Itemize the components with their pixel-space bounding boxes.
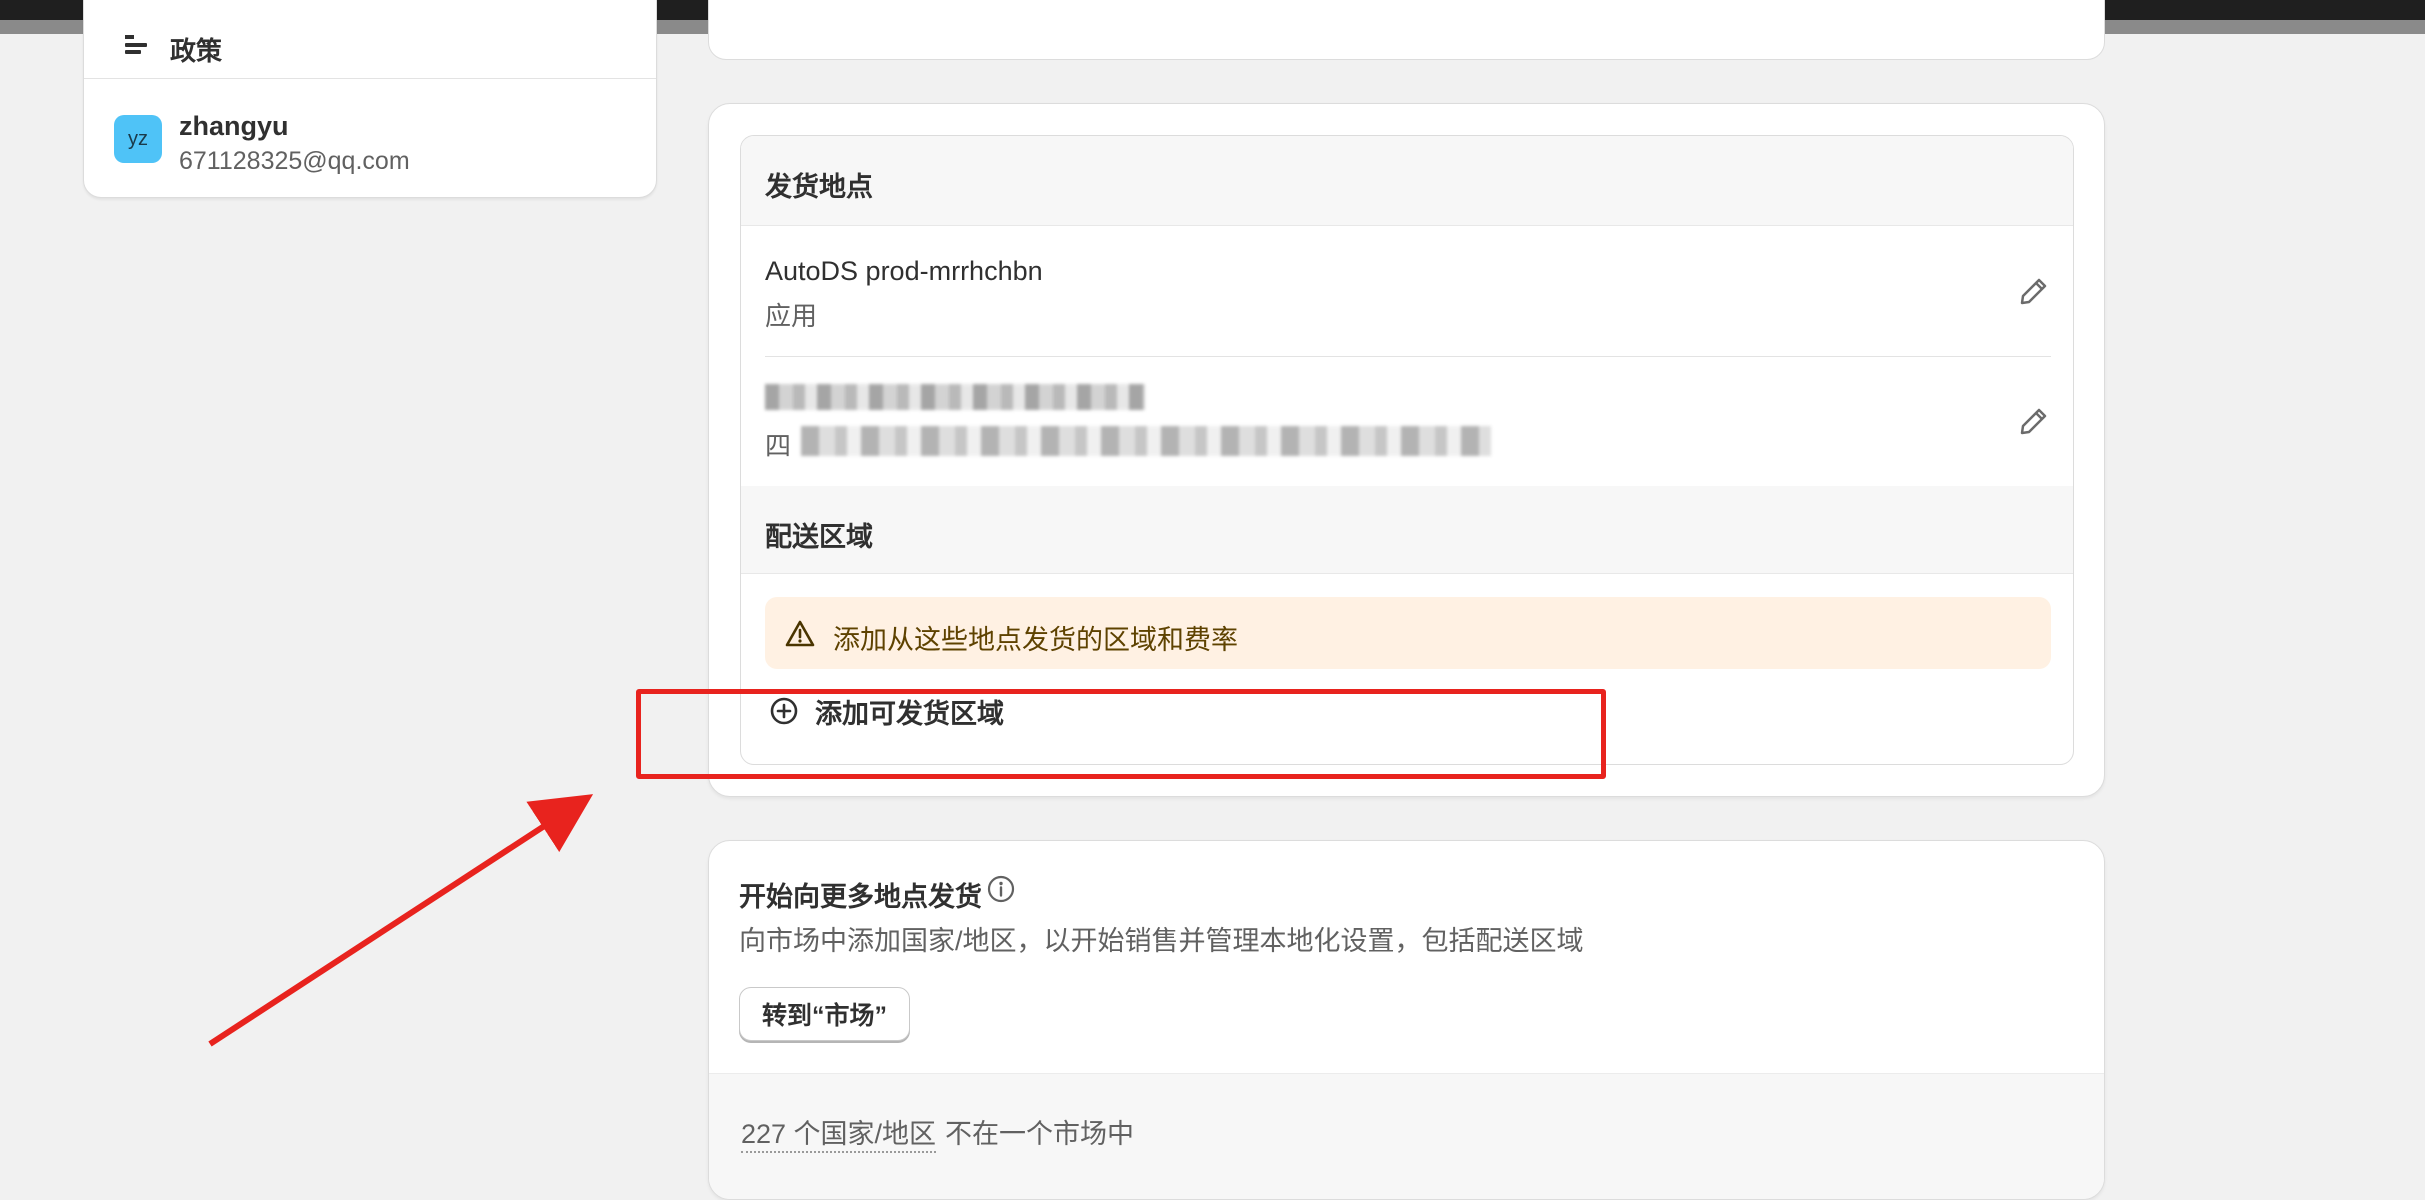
location-type: 应用	[765, 301, 818, 331]
avatar[interactable]: yz	[114, 115, 162, 163]
edit-pencil-icon[interactable]	[2017, 274, 2051, 308]
user-name: zhangyu	[179, 111, 289, 141]
policy-icon	[125, 35, 147, 54]
go-to-markets-button[interactable]: 转到“市场”	[739, 987, 911, 1041]
edit-pencil-icon[interactable]	[2017, 404, 2051, 438]
origins-title: 发货地点	[765, 172, 873, 202]
markets-description: 向市场中添加国家/地区，以开始销售并管理本地化设置，包括配送区域	[739, 926, 1584, 956]
markets-footer: 227 个国家/地区 不在一个市场中	[709, 1073, 2104, 1199]
zones-title: 配送区域	[765, 522, 873, 552]
sidebar-item-label: 政策	[170, 36, 223, 66]
account-card: 政策 yz zhangyu 671128325@qq.com	[83, 0, 657, 198]
markets-card: 开始向更多地点发货 向市场中添加国家/地区，以开始销售并管理本地化设置，包括配送…	[708, 840, 2105, 1200]
user-email: 671128325@qq.com	[179, 147, 410, 175]
location-address-start: 四	[765, 431, 792, 461]
location-name: AutoDS prod-mrrhchbn	[765, 256, 1043, 286]
markets-title: 开始向更多地点发货	[739, 882, 982, 912]
warning-text: 添加从这些地点发货的区域和费率	[833, 625, 1238, 655]
annotation-highlight-box	[636, 689, 1606, 779]
warning-icon	[785, 620, 815, 647]
origins-header: 发货地点	[741, 136, 2073, 226]
zones-header: 配送区域	[741, 486, 2073, 574]
warning-banner: 添加从这些地点发货的区域和费率	[765, 597, 2051, 669]
info-icon[interactable]	[986, 874, 1016, 904]
previous-card	[708, 0, 2105, 60]
redacted-location-name	[765, 384, 1145, 410]
location-row: 四	[741, 356, 2073, 486]
shipping-origins-box: 发货地点 AutoDS prod-mrrhchbn 应用 四 配送区域 添加从这…	[740, 135, 2074, 765]
countries-not-in-market-link[interactable]: 227 个国家/地区	[741, 1112, 937, 1153]
sidebar-item-policy[interactable]: 政策	[84, 0, 656, 79]
redacted-location-address	[801, 426, 1491, 456]
location-row: AutoDS prod-mrrhchbn 应用	[741, 226, 2073, 356]
countries-not-in-market-text: 不在一个市场中	[945, 1119, 1134, 1149]
